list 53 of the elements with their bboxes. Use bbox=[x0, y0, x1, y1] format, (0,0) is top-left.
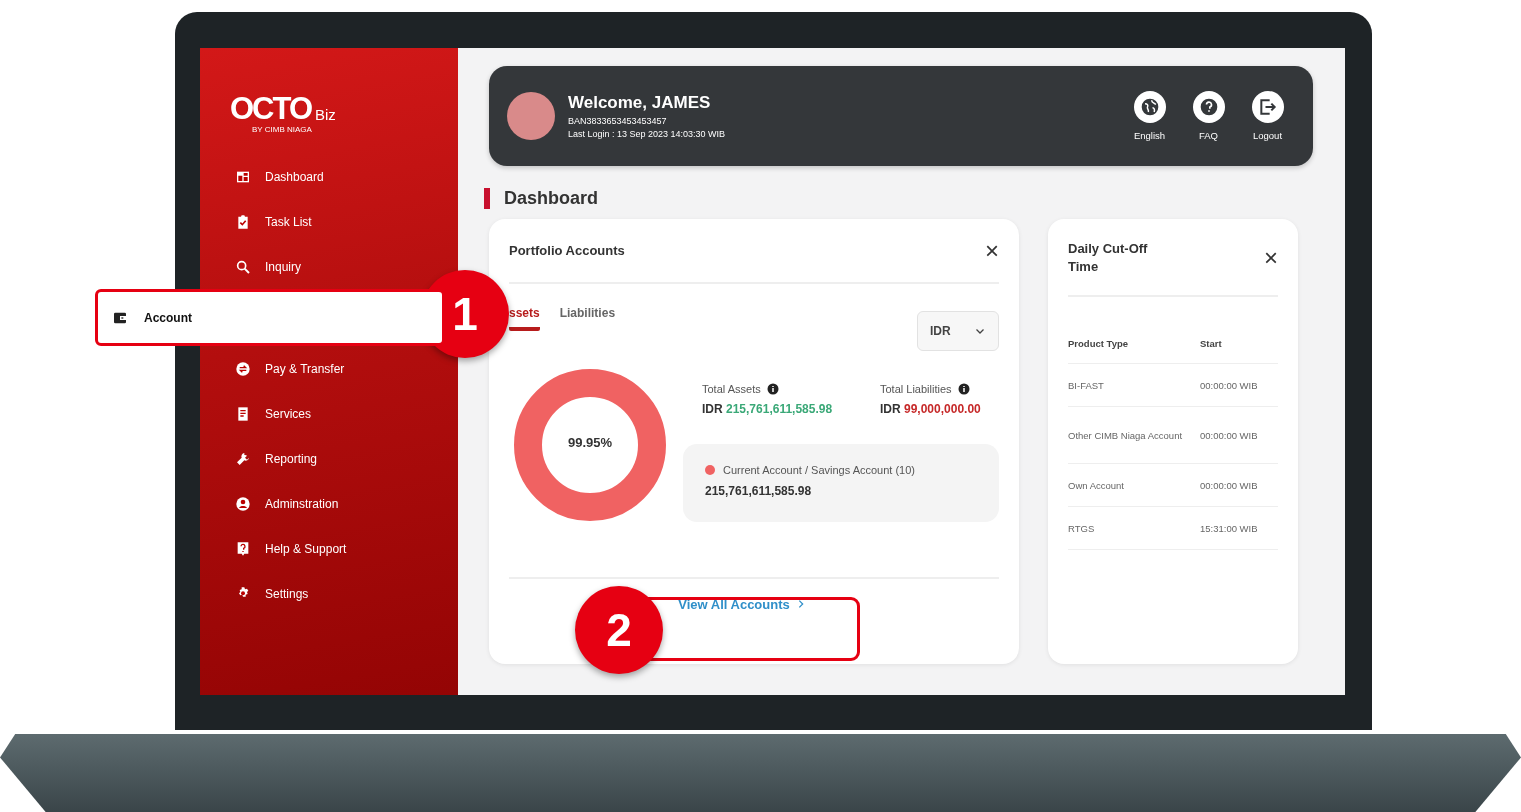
tab[interactable]: Liabilities bbox=[559, 306, 616, 331]
clipboard-check-icon bbox=[235, 213, 251, 230]
sidebar-item[interactable]: Adminstration bbox=[200, 481, 458, 526]
close-button[interactable]: × bbox=[985, 238, 999, 263]
logo-suffix: Biz bbox=[315, 106, 336, 124]
welcome-title: Welcome, JAMES bbox=[568, 93, 712, 113]
info-icon bbox=[766, 383, 779, 395]
title-accent bbox=[484, 188, 490, 209]
sidebar-item[interactable]: Account bbox=[95, 289, 445, 346]
donut-label: 99.95% bbox=[566, 435, 614, 450]
transfer-icon bbox=[235, 360, 251, 377]
column-header: Product Type bbox=[1068, 323, 1200, 364]
search-icon bbox=[235, 258, 251, 275]
total-label: Total Assets bbox=[702, 383, 761, 395]
total-amount: IDR 215,761,611,585.98 bbox=[702, 402, 834, 416]
close-button[interactable]: × bbox=[1264, 246, 1278, 270]
table-cell: BI-FAST bbox=[1068, 363, 1200, 407]
column-header: Start bbox=[1200, 323, 1278, 364]
sidebar-item[interactable]: Help & Support bbox=[200, 526, 458, 571]
avatar bbox=[507, 92, 555, 140]
sidebar-item[interactable]: Settings bbox=[200, 571, 458, 616]
page-title: Dashboard bbox=[504, 188, 599, 209]
table-cell: 00:00:00 WIB bbox=[1200, 363, 1278, 407]
table-cell: 00:00:00 WIB bbox=[1200, 463, 1278, 507]
currency-dropdown[interactable]: IDR bbox=[917, 311, 999, 351]
legend-amount: 215,761,611,585.98 bbox=[705, 484, 813, 498]
document-icon bbox=[235, 405, 251, 422]
sidebar-item[interactable]: Reporting bbox=[200, 436, 458, 481]
last-login: Last Login : 13 Sep 2023 14:03:30 WIB bbox=[568, 129, 727, 139]
legend-label: Current Account / Savings Account (10) bbox=[723, 464, 915, 476]
logout-icon bbox=[1257, 97, 1278, 117]
table-cell: 00:00:00 WIB bbox=[1200, 406, 1278, 464]
total-label: Total Liabilities bbox=[880, 383, 952, 395]
sidebar-item[interactable]: Dashboard bbox=[200, 154, 458, 199]
table-cell: RTGS bbox=[1068, 506, 1200, 550]
logo-wordmark: OCTO bbox=[230, 94, 311, 124]
card-title: Portfolio Accounts bbox=[509, 243, 625, 258]
card-title: Daily Cut-Off Time bbox=[1068, 240, 1149, 276]
globe-icon bbox=[1139, 97, 1160, 117]
total-amount: IDR 99,000,000.00 bbox=[880, 402, 981, 416]
help-icon bbox=[235, 540, 251, 557]
account-id: BAN3833653453453457 bbox=[568, 116, 668, 126]
user-circle-icon bbox=[235, 495, 251, 512]
logo-byline: BY CIMB NIAGA bbox=[252, 125, 313, 134]
table-cell: 15:31:00 WIB bbox=[1200, 506, 1278, 550]
table-cell: Own Account bbox=[1068, 463, 1200, 507]
sidebar-item[interactable]: Task List bbox=[200, 199, 458, 244]
sidebar-item[interactable]: Services bbox=[200, 391, 458, 436]
table-cell: Other CIMB Niaga Account bbox=[1068, 406, 1200, 464]
view-all-link[interactable]: View All Accounts bbox=[678, 596, 806, 612]
info-icon bbox=[957, 383, 970, 395]
help-circle-icon bbox=[1198, 97, 1219, 117]
wrench-icon bbox=[235, 450, 251, 467]
